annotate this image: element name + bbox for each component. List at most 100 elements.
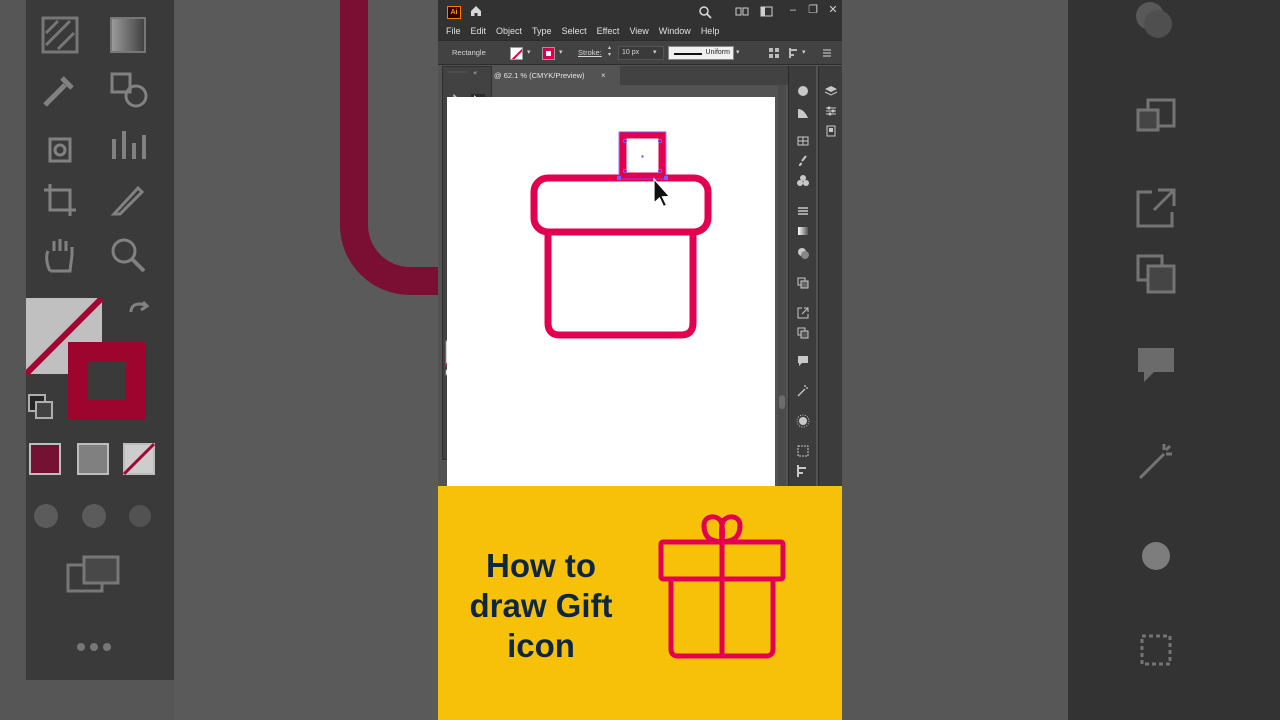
menu-effect[interactable]: Effect — [597, 22, 620, 40]
transparency-icon[interactable] — [796, 246, 810, 260]
magic-wand-icon[interactable] — [796, 384, 810, 398]
search-icon[interactable] — [698, 5, 712, 19]
anchor-point[interactable] — [664, 176, 668, 180]
color-mode-icons — [29, 442, 156, 476]
menu-edit[interactable]: Edit — [471, 22, 487, 40]
align-icon[interactable] — [796, 464, 810, 478]
close-icon[interactable]: × — [601, 66, 606, 85]
layers-icon[interactable] — [824, 84, 838, 98]
stroke-label[interactable]: Stroke: — [578, 48, 602, 57]
eyedropper-icon — [43, 76, 74, 107]
maximize-button[interactable]: ❐ — [806, 3, 820, 17]
fill-color-swatch[interactable] — [510, 47, 523, 60]
tutorial-banner: How to draw Gift icon — [438, 486, 842, 720]
properties-icon[interactable] — [824, 104, 838, 118]
crop-icon — [1140, 634, 1172, 666]
swatches-icon[interactable] — [796, 134, 810, 148]
title-line-3: icon — [507, 627, 575, 664]
color-icon[interactable] — [796, 84, 810, 98]
control-bar: Rectangle ▾ ▾ Stroke: ▴ ▾ 10 px ▾ Uniform… — [438, 40, 842, 65]
brushes-icon[interactable] — [796, 154, 810, 168]
selection-type-label: Rectangle — [452, 48, 486, 57]
appearance-icon[interactable] — [796, 276, 810, 290]
comments-icon — [1138, 348, 1174, 382]
slice-icon — [110, 185, 145, 216]
chevron-down-icon[interactable]: ▾ — [653, 48, 657, 56]
menu-bar: File Edit Object Type Select Effect View… — [438, 22, 842, 40]
close-button[interactable]: ✕ — [826, 3, 840, 17]
home-icon[interactable] — [469, 4, 483, 18]
menu-view[interactable]: View — [629, 22, 648, 40]
artboard-icon — [44, 184, 76, 216]
app-logo: Ai — [447, 6, 461, 19]
color-guide-icon[interactable] — [796, 106, 810, 120]
crop-icon[interactable] — [796, 444, 810, 458]
title-bar: Ai – ❐ ✕ — [438, 0, 842, 22]
panel-grip[interactable]: « — [445, 68, 491, 76]
document-tab-bar: @ 62.1 % (CMYK/Preview) × — [492, 66, 788, 85]
comments-icon[interactable] — [796, 354, 810, 368]
export-icon[interactable] — [796, 306, 810, 320]
hand-icon — [45, 239, 74, 273]
artboards-icon — [1136, 254, 1176, 294]
default-colors-icon — [28, 394, 53, 419]
blend-icon — [110, 72, 148, 108]
brightness-icon — [1142, 542, 1170, 570]
gift-box-shape[interactable] — [544, 232, 697, 339]
background-right-blur — [842, 0, 1280, 720]
scrollbar-thumb[interactable] — [779, 395, 785, 409]
artboards-icon[interactable] — [796, 326, 810, 340]
libraries-icon[interactable] — [824, 124, 838, 138]
gift-lid-shape[interactable] — [530, 174, 712, 236]
gradient-icon[interactable] — [796, 224, 810, 238]
stroke-weight-field[interactable]: 10 px — [618, 46, 664, 60]
pattern-icon — [41, 16, 79, 54]
menu-select[interactable]: Select — [562, 22, 587, 40]
menu-type[interactable]: Type — [532, 22, 552, 40]
appearance-icon — [1136, 2, 1172, 38]
magic-wand-icon — [1138, 444, 1172, 480]
vertical-scrollbar[interactable] — [778, 85, 786, 486]
more-tools-icon — [77, 643, 111, 651]
artboard-canvas[interactable] — [447, 97, 775, 486]
chevron-down-icon[interactable]: ▾ — [736, 48, 740, 56]
transform-icon[interactable] — [788, 47, 800, 59]
background-left-blur — [0, 0, 438, 720]
chevron-down-icon[interactable]: ▾ — [527, 48, 531, 56]
transform-icon — [1136, 98, 1176, 132]
video-frame: Ai – ❐ ✕ File Edit Object Type Select Ef… — [0, 0, 1280, 720]
title-line-1: How to — [486, 547, 596, 584]
graph-icon — [112, 131, 146, 159]
panel-dock-layers — [818, 66, 842, 486]
zoom-icon — [111, 238, 146, 273]
screen-mode-icon — [66, 555, 120, 593]
menu-object[interactable]: Object — [496, 22, 522, 40]
chevron-down-icon[interactable]: ▾ — [559, 48, 563, 56]
swap-icon — [129, 300, 150, 313]
illustrator-window: Ai – ❐ ✕ File Edit Object Type Select Ef… — [438, 0, 842, 486]
stroke-profile-dropdown[interactable]: Uniform — [668, 46, 734, 60]
center-point — [641, 155, 644, 158]
svg-text:«: « — [473, 69, 477, 76]
minimize-button[interactable]: – — [786, 3, 800, 17]
artwork — [530, 131, 712, 339]
document-tab-title: @ 62.1 % (CMYK/Preview) — [494, 71, 585, 80]
workspace-icon[interactable] — [760, 6, 774, 17]
gradient-icon — [110, 17, 146, 53]
menu-window[interactable]: Window — [659, 22, 691, 40]
stepper-icon[interactable]: ▴ ▾ — [608, 45, 611, 59]
panel-dock-icons — [788, 66, 816, 486]
menu-help[interactable]: Help — [701, 22, 720, 40]
align-icon[interactable] — [768, 47, 780, 59]
chevron-down-icon[interactable]: ▾ — [802, 48, 806, 56]
arrange-documents-icon[interactable] — [735, 6, 749, 17]
panel-menu-icon[interactable] — [822, 48, 832, 58]
brightness-icon[interactable] — [796, 414, 810, 428]
symbols-icon[interactable] — [796, 174, 810, 188]
stroke-color-swatch[interactable] — [542, 47, 555, 60]
document-tab[interactable]: @ 62.1 % (CMYK/Preview) × — [492, 66, 620, 85]
stroke-icon[interactable] — [796, 204, 810, 218]
anchor-point[interactable] — [617, 176, 621, 180]
menu-file[interactable]: File — [446, 22, 461, 40]
title-line-2: draw Gift — [469, 587, 613, 624]
